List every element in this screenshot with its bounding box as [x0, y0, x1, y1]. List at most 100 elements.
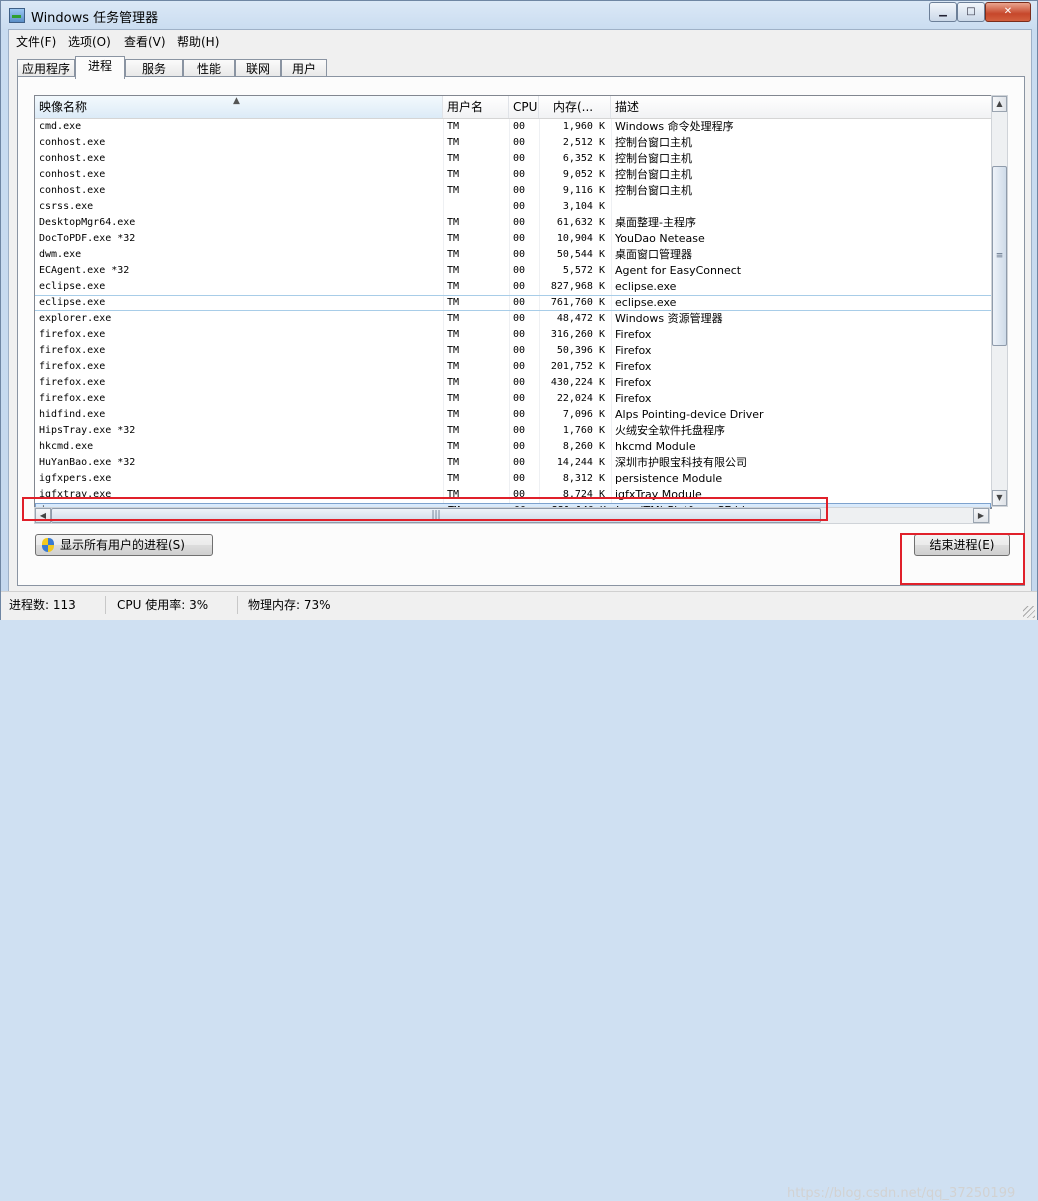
process-user: TM — [447, 377, 460, 388]
process-memory: 6,352 K — [562, 153, 605, 164]
process-description: eclipse.exe — [615, 280, 677, 293]
process-name: firefox.exe — [39, 345, 106, 356]
process-user: TM — [447, 121, 460, 132]
process-row[interactable]: eclipse.exe TM 00 827,968 K eclipse.exe — [35, 279, 991, 295]
process-description: Firefox — [615, 376, 652, 389]
process-row[interactable]: hidfind.exe TM 00 7,096 K Alps Pointing-devi… — [35, 407, 991, 423]
process-row[interactable]: conhost.exe TM 00 6,352 K 控制台窗口主机 — [35, 151, 991, 167]
process-description: Firefox — [615, 328, 652, 341]
process-memory: 10,904 K — [556, 233, 605, 244]
process-list[interactable]: 映像名称 ▲ 用户名 CPU 内存(... 描述 cmd.exe TM 00 1,96… — [34, 95, 992, 509]
title-bar[interactable]: Windows 任务管理器 ▁ □ ✕ — [1, 1, 1037, 29]
process-user: TM — [447, 425, 460, 436]
process-row[interactable]: dwm.exe TM 00 50,544 K 桌面窗口管理器 — [35, 247, 991, 263]
process-cpu: 00 — [513, 153, 526, 164]
column-user-name[interactable]: 用户名 — [443, 96, 509, 118]
column-description[interactable]: 描述 — [611, 96, 991, 118]
scroll-up-button[interactable]: ▲ — [992, 96, 1007, 112]
process-row[interactable]: igfxpers.exe TM 00 8,312 K persistence Modul… — [35, 471, 991, 487]
process-name: ECAgent.exe *32 — [39, 265, 130, 276]
process-row[interactable]: csrss.exe 00 3,104 K — [35, 199, 991, 215]
process-row[interactable]: conhost.exe TM 00 2,512 K 控制台窗口主机 — [35, 135, 991, 151]
process-user: TM — [447, 345, 460, 356]
process-name: HuYanBao.exe *32 — [39, 457, 136, 468]
process-user: TM — [447, 473, 460, 484]
process-cpu: 00 — [513, 409, 526, 420]
process-cpu: 00 — [513, 233, 526, 244]
process-memory: 201,752 K — [550, 361, 605, 372]
process-name: hidfind.exe — [39, 409, 106, 420]
process-row[interactable]: ECAgent.exe *32 TM 00 5,572 K Agent for Easy… — [35, 263, 991, 279]
column-cpu[interactable]: CPU — [509, 96, 539, 118]
process-row[interactable]: cmd.exe TM 00 1,960 K Windows 命令处理程序 — [35, 119, 991, 135]
process-user: TM — [447, 329, 460, 340]
sort-ascending-icon: ▲ — [233, 96, 240, 106]
process-name: DocToPDF.exe *32 — [39, 233, 136, 244]
maximize-button[interactable]: □ — [957, 2, 985, 22]
process-name: explorer.exe — [39, 313, 112, 324]
process-name: conhost.exe — [39, 153, 106, 164]
vertical-scrollbar[interactable]: ▲ ≡ ▼ — [991, 95, 1008, 507]
process-user: TM — [447, 153, 460, 164]
process-row[interactable]: DesktopMgr64.exe TM 00 61,632 K 桌面整理-主程序 — [35, 215, 991, 231]
process-row[interactable]: HuYanBao.exe *32 TM 00 14,244 K 深圳市护眼宝科技有限公司 — [35, 455, 991, 471]
minimize-button[interactable]: ▁ — [929, 2, 957, 22]
process-row[interactable]: conhost.exe TM 00 9,052 K 控制台窗口主机 — [35, 167, 991, 183]
process-cpu: 00 — [513, 441, 526, 452]
process-memory: 761,760 K — [550, 297, 605, 308]
show-all-users-processes-button[interactable]: 显示所有用户的进程(S) — [35, 534, 213, 556]
process-user: TM — [447, 297, 460, 308]
menu-options[interactable]: 选项(O) — [68, 33, 111, 50]
process-description: Windows 资源管理器 — [615, 312, 723, 325]
process-row[interactable]: firefox.exe TM 00 22,024 K Firefox — [35, 391, 991, 407]
process-cpu: 00 — [513, 201, 526, 212]
process-memory: 827,968 K — [550, 281, 605, 292]
close-button[interactable]: ✕ — [985, 2, 1031, 22]
process-name: cmd.exe — [39, 121, 82, 132]
process-memory: 8,260 K — [562, 441, 605, 452]
uac-shield-icon — [42, 538, 54, 552]
column-image-name[interactable]: 映像名称 ▲ — [35, 96, 443, 118]
process-row[interactable]: eclipse.exe TM 00 761,760 K eclipse.exe — [35, 295, 991, 311]
process-description: Windows 命令处理程序 — [615, 120, 734, 133]
process-row[interactable]: explorer.exe TM 00 48,472 K Windows 资源管理器 — [35, 311, 991, 327]
client-area: 文件(F) 选项(O) 查看(V) 帮助(H) 应用程序 进程 服务 性能 联网… — [8, 29, 1032, 615]
process-user: TM — [447, 441, 460, 452]
scroll-right-button[interactable]: ▶ — [973, 508, 989, 523]
vertical-scroll-thumb[interactable]: ≡ — [992, 166, 1007, 346]
tab-processes[interactable]: 进程 — [75, 56, 125, 79]
process-user: TM — [447, 217, 460, 228]
cpu-usage: CPU 使用率: 3% — [117, 596, 238, 614]
process-user: TM — [447, 281, 460, 292]
process-cpu: 00 — [513, 329, 526, 340]
process-row[interactable]: hkcmd.exe TM 00 8,260 K hkcmd Module — [35, 439, 991, 455]
process-description: Firefox — [615, 360, 652, 373]
process-cpu: 00 — [513, 169, 526, 180]
process-row[interactable]: firefox.exe TM 00 50,396 K Firefox — [35, 343, 991, 359]
process-description: Agent for EasyConnect — [615, 264, 742, 277]
process-name: firefox.exe — [39, 361, 106, 372]
process-row[interactable]: conhost.exe TM 00 9,116 K 控制台窗口主机 — [35, 183, 991, 199]
process-memory: 316,260 K — [550, 329, 605, 340]
process-memory: 2,512 K — [562, 137, 605, 148]
status-bar: 进程数: 113 CPU 使用率: 3% 物理内存: 73% https://b… — [1, 591, 1037, 1201]
process-row[interactable]: firefox.exe TM 00 201,752 K Firefox — [35, 359, 991, 375]
scroll-down-button[interactable]: ▼ — [992, 490, 1007, 506]
process-memory: 430,224 K — [550, 377, 605, 388]
menu-help[interactable]: 帮助(H) — [177, 33, 219, 50]
column-memory[interactable]: 内存(... — [539, 96, 611, 118]
process-row[interactable]: DocToPDF.exe *32 TM 00 10,904 K YouDao Netea… — [35, 231, 991, 247]
menu-file[interactable]: 文件(F) — [16, 33, 56, 50]
process-description: Firefox — [615, 392, 652, 405]
process-row[interactable]: firefox.exe TM 00 316,260 K Firefox — [35, 327, 991, 343]
process-row[interactable]: HipsTray.exe *32 TM 00 1,760 K 火绒安全软件托盘程序 — [35, 423, 991, 439]
process-row[interactable]: firefox.exe TM 00 430,224 K Firefox — [35, 375, 991, 391]
menu-view[interactable]: 查看(V) — [124, 33, 166, 50]
task-manager-window: Windows 任务管理器 ▁ □ ✕ 文件(F) 选项(O) 查看(V) 帮助… — [0, 0, 1038, 1201]
resize-grip[interactable] — [1023, 606, 1035, 618]
process-description: hkcmd Module — [615, 440, 696, 453]
process-user: TM — [447, 233, 460, 244]
process-memory: 61,632 K — [556, 217, 605, 228]
process-user: TM — [447, 313, 460, 324]
process-memory: 8,312 K — [562, 473, 605, 484]
